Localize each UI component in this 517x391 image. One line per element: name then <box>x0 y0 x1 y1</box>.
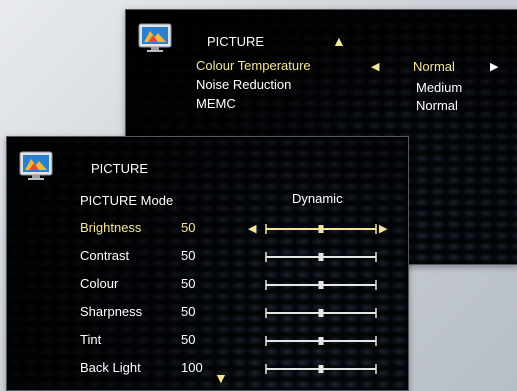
memc-value: Normal <box>416 98 458 113</box>
slider-knob <box>318 365 324 373</box>
slider-sharpness[interactable] <box>264 307 378 319</box>
right-arrow-icon[interactable]: ▶ <box>490 61 498 73</box>
slider-knob <box>318 281 324 289</box>
top-menu-title: PICTURE <box>207 34 265 49</box>
tv-monitor-icon <box>19 151 53 180</box>
menu-value-back-light: 100 <box>181 360 203 375</box>
slider-knob <box>318 309 324 317</box>
slider-knob <box>318 225 324 233</box>
menu-item-brightness[interactable]: Brightness <box>80 220 141 235</box>
menu-item-contrast[interactable]: Contrast <box>80 248 129 263</box>
menu-item-back-light[interactable]: Back Light <box>80 360 141 375</box>
menu-value-brightness: 50 <box>181 220 196 235</box>
menu-value-tint: 50 <box>181 332 196 347</box>
slider-back-light[interactable] <box>264 363 378 375</box>
down-arrow-icon[interactable]: ▼ <box>214 370 228 386</box>
picture-mode-label[interactable]: PICTURE Mode <box>80 193 173 208</box>
menu-item-tint[interactable]: Tint <box>80 332 101 347</box>
slider-colour[interactable] <box>264 279 378 291</box>
bottom-picture-menu: PICTURE PICTURE Mode Dynamic Brightness 5… <box>6 136 409 391</box>
slider-brightness[interactable] <box>264 223 378 235</box>
left-arrow-icon[interactable]: ◀ <box>371 61 379 73</box>
menu-item-memc[interactable]: MEMC <box>196 96 236 111</box>
left-arrow-icon[interactable]: ◀ <box>248 223 256 235</box>
slider-knob <box>318 253 324 261</box>
slider-tint[interactable] <box>264 335 378 347</box>
menu-value-contrast: 50 <box>181 248 196 263</box>
menu-item-sharpness[interactable]: Sharpness <box>80 304 142 319</box>
slider-knob <box>318 337 324 345</box>
menu-item-colour-temperature[interactable]: Colour Temperature <box>196 58 311 73</box>
menu-value-colour: 50 <box>181 276 196 291</box>
menu-item-noise-reduction[interactable]: Noise Reduction <box>196 77 291 92</box>
right-arrow-icon[interactable]: ▶ <box>379 223 387 235</box>
up-arrow-icon[interactable]: ▲ <box>332 33 346 49</box>
menu-item-colour[interactable]: Colour <box>80 276 118 291</box>
noise-reduction-value: Medium <box>416 80 463 95</box>
bottom-menu-title: PICTURE <box>91 161 149 176</box>
tv-monitor-icon <box>138 23 172 52</box>
picture-mode-value: Dynamic <box>292 191 343 206</box>
colour-temperature-value: Normal <box>413 59 455 74</box>
slider-contrast[interactable] <box>264 251 378 263</box>
menu-value-sharpness: 50 <box>181 304 196 319</box>
